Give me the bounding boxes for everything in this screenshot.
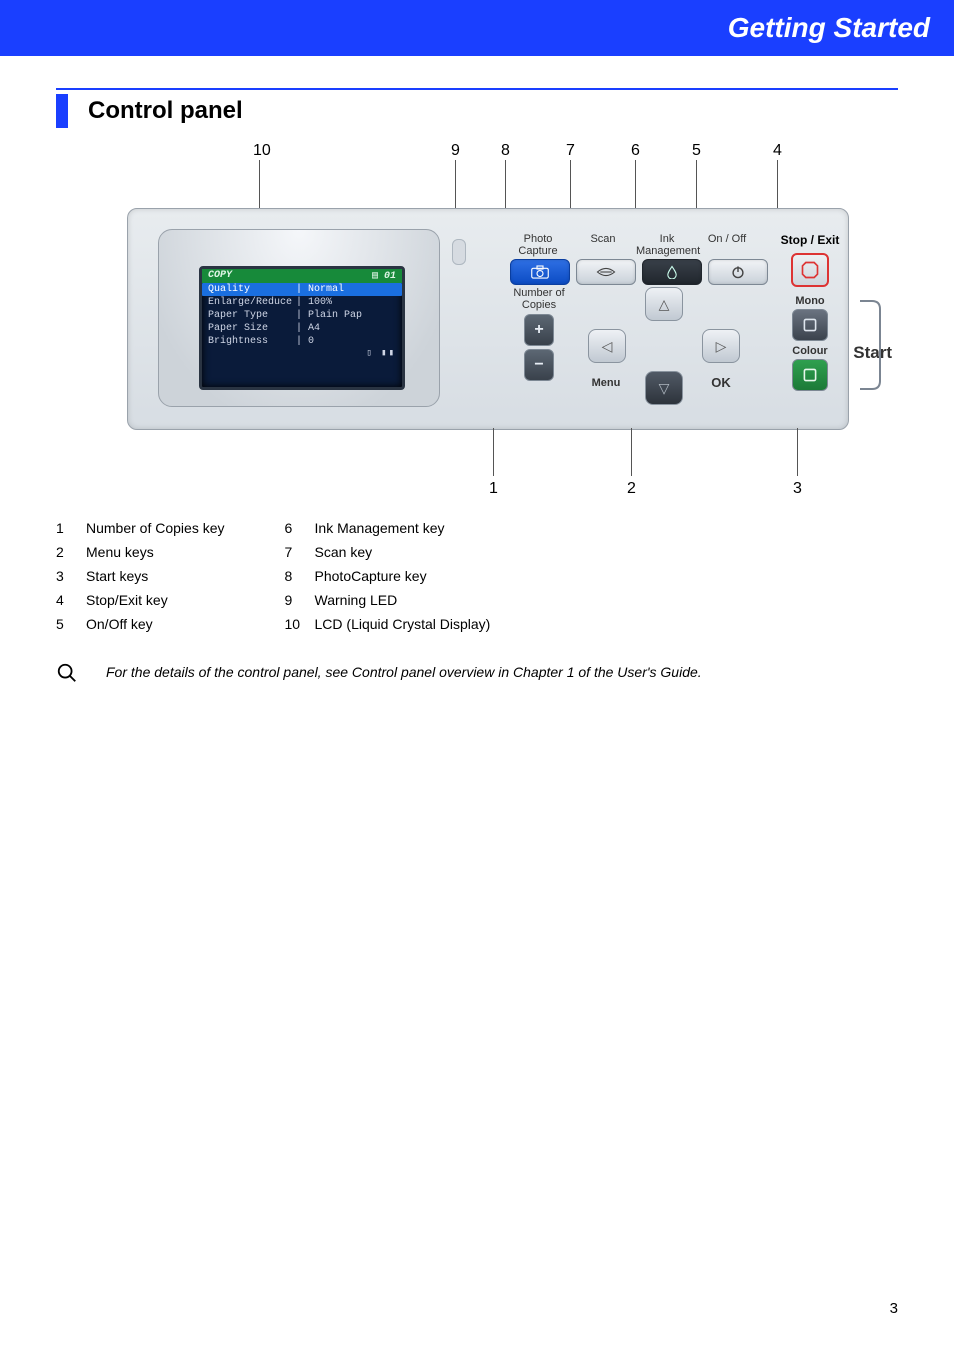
legend-item: Ink Management key	[315, 520, 445, 536]
dpad-up[interactable]: △	[645, 287, 683, 321]
lcd-status-icons: ▯ ▮▮	[202, 348, 402, 358]
callout-7: 7	[566, 142, 575, 160]
callout-8: 8	[501, 142, 510, 160]
legend-right: 6Ink Management key 7Scan key 8PhotoCapt…	[285, 516, 491, 636]
label-copies: Number of Copies	[508, 287, 570, 311]
legend-item: LCD (Liquid Crystal Display)	[315, 616, 491, 632]
legend-item: Start keys	[86, 568, 148, 584]
device-panel: COPY ▤ 01 Quality| Normal Enlarge/Reduce…	[127, 208, 849, 430]
section-bullet	[56, 94, 68, 128]
legend: 1Number of Copies key 2Menu keys 3Start …	[56, 516, 898, 636]
guide	[631, 428, 632, 476]
note-text: For the details of the control panel, se…	[106, 662, 702, 683]
lcd-mode: COPY	[208, 270, 232, 282]
copies-plus-button[interactable]: +	[524, 314, 554, 346]
lcd-row-val: | Normal	[296, 283, 396, 296]
legend-item: Number of Copies key	[86, 520, 225, 536]
label-ok: OK	[698, 377, 744, 389]
stop-exit-button[interactable]	[791, 253, 829, 287]
dpad-center[interactable]: ▽	[645, 371, 683, 405]
page-number: 3	[890, 1300, 898, 1317]
dpad-right[interactable]: ▷	[702, 329, 740, 363]
lcd-bezel: COPY ▤ 01 Quality| Normal Enlarge/Reduce…	[158, 229, 440, 407]
legend-item: PhotoCapture key	[315, 568, 427, 584]
label-ink: Ink Management	[636, 233, 698, 257]
warning-led	[452, 239, 466, 265]
legend-item: On/Off key	[86, 616, 153, 632]
chapter-title: Getting Started	[728, 12, 930, 44]
start-bracket-icon	[858, 297, 884, 393]
legend-item: Menu keys	[86, 544, 154, 560]
callout-10: 10	[253, 142, 271, 160]
chapter-header: Getting Started	[0, 0, 954, 56]
callout-4: 4	[773, 142, 782, 160]
start-mono-button[interactable]	[792, 309, 828, 341]
copies-minus-button[interactable]: −	[524, 349, 554, 381]
label-menu: Menu	[578, 377, 634, 389]
callout-9: 9	[451, 142, 460, 160]
note-row: For the details of the control panel, se…	[56, 662, 898, 687]
dpad-left[interactable]: ◁	[588, 329, 626, 363]
legend-item: Scan key	[315, 544, 373, 560]
lcd-row-key: Quality	[208, 283, 296, 296]
label-photocapture: Photo Capture	[508, 233, 568, 257]
guide	[493, 428, 494, 476]
control-panel-diagram: 10 9 8 7 6 5 4 COPY ▤ 01	[97, 142, 857, 502]
section-title: Control panel	[88, 97, 243, 125]
magnifier-icon	[56, 662, 78, 687]
callout-6: 6	[631, 142, 640, 160]
legend-left: 1Number of Copies key 2Menu keys 3Start …	[56, 516, 225, 636]
label-onoff: On / Off	[702, 233, 752, 245]
start-colour-button[interactable]	[792, 359, 828, 391]
label-stop-exit: Stop / Exit	[770, 233, 850, 247]
callout-2: 2	[627, 480, 636, 498]
guide	[797, 428, 798, 476]
label-scan: Scan	[578, 233, 628, 245]
section-heading: Control panel	[56, 94, 898, 128]
on-off-button[interactable]	[708, 259, 768, 285]
ink-management-button[interactable]	[642, 259, 702, 285]
legend-item: Warning LED	[315, 592, 398, 608]
label-colour: Colour	[792, 345, 827, 357]
legend-item: Stop/Exit key	[86, 592, 168, 608]
callout-3: 3	[793, 480, 802, 498]
scan-button[interactable]	[576, 259, 636, 285]
label-mono: Mono	[770, 295, 850, 307]
section-rule	[56, 88, 898, 90]
callout-1: 1	[489, 480, 498, 498]
menu-dpad: △ ◁ ▽ ▷ Menu OK	[588, 287, 738, 407]
button-cluster: Photo Capture Scan Ink Management On / O…	[508, 233, 838, 419]
lcd-page: ▤ 01	[372, 270, 396, 282]
callout-5: 5	[692, 142, 701, 160]
photocapture-button[interactable]	[510, 259, 570, 285]
lcd-screen: COPY ▤ 01 Quality| Normal Enlarge/Reduce…	[199, 266, 405, 390]
